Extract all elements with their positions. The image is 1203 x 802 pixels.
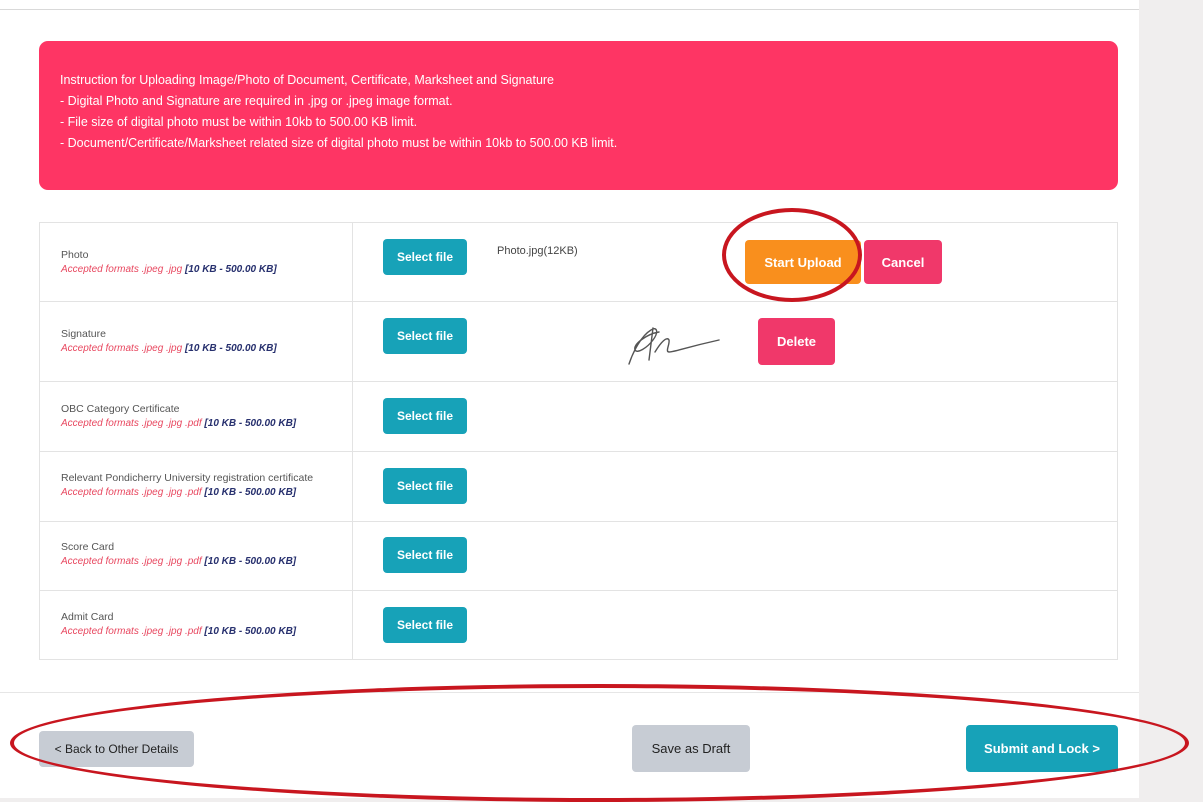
size-range: [10 KB - 500.00 KB] <box>204 487 297 498</box>
upload-instructions-alert: Instruction for Uploading Image/Photo of… <box>39 41 1118 190</box>
select-file-button-photo[interactable]: Select file <box>383 239 467 275</box>
size-range: [10 KB - 500.00 KB] <box>204 626 297 637</box>
select-file-button-admit-card[interactable]: Select file <box>383 607 467 643</box>
accepted-formats: Accepted formats .jpeg .jpg .pdf [10 KB … <box>61 418 297 429</box>
size-range: [10 KB - 500.00 KB] <box>204 556 297 567</box>
select-file-button-registration[interactable]: Select file <box>383 468 467 504</box>
document-name: OBC Category Certificate <box>61 403 180 415</box>
accepted-formats: Accepted formats .jpeg .jpg [10 KB - 500… <box>61 343 277 354</box>
top-border <box>0 0 1139 10</box>
selected-file-name: Photo.jpg(12KB) <box>497 245 578 257</box>
document-name: Score Card <box>61 541 115 553</box>
highlight-circle-annotation <box>722 208 862 302</box>
delete-signature-button[interactable]: Delete <box>758 318 835 365</box>
document-row-photo: Photo Accepted formats .jpeg .jpg [10 KB… <box>40 223 1117 302</box>
document-row-obc-certificate: OBC Category Certificate Accepted format… <box>40 382 1117 452</box>
size-range: [10 KB - 500.00 KB] <box>184 343 277 354</box>
instruction-line: - File size of digital photo must be wit… <box>60 115 418 129</box>
instructions-title: Instruction for Uploading Image/Photo of… <box>60 73 555 87</box>
document-name: Photo <box>61 249 89 261</box>
accepted-formats: Accepted formats .jpeg .jpg .pdf [10 KB … <box>61 626 297 637</box>
document-name: Signature <box>61 328 106 340</box>
size-range: [10 KB - 500.00 KB] <box>184 264 277 275</box>
size-range: [10 KB - 500.00 KB] <box>204 418 297 429</box>
instruction-line: - Document/Certificate/Marksheet related… <box>60 136 618 150</box>
cancel-upload-button[interactable]: Cancel <box>864 240 942 284</box>
select-file-button-signature[interactable]: Select file <box>383 318 467 354</box>
signature-image <box>628 327 720 365</box>
document-row-score-card: Score Card Accepted formats .jpeg .jpg .… <box>40 522 1117 591</box>
instruction-line: - Digital Photo and Signature are requir… <box>60 94 453 108</box>
document-row-registration-certificate: Relevant Pondicherry University registra… <box>40 452 1117 522</box>
select-file-button-score-card[interactable]: Select file <box>383 537 467 573</box>
accepted-formats: Accepted formats .jpeg .jpg .pdf [10 KB … <box>61 556 297 567</box>
document-row-admit-card: Admit Card Accepted formats .jpeg .jpg .… <box>40 591 1117 660</box>
document-row-signature: Signature Accepted formats .jpeg .jpg [1… <box>40 302 1117 382</box>
footer-highlight-annotation <box>10 684 1189 802</box>
accepted-formats: Accepted formats .jpeg .jpg [10 KB - 500… <box>61 264 277 275</box>
document-name: Relevant Pondicherry University registra… <box>61 472 314 484</box>
documents-table: Photo Accepted formats .jpeg .jpg [10 KB… <box>39 222 1118 660</box>
document-name: Admit Card <box>61 611 114 623</box>
select-file-button-obc[interactable]: Select file <box>383 398 467 434</box>
accepted-formats: Accepted formats .jpeg .jpg .pdf [10 KB … <box>61 487 297 498</box>
